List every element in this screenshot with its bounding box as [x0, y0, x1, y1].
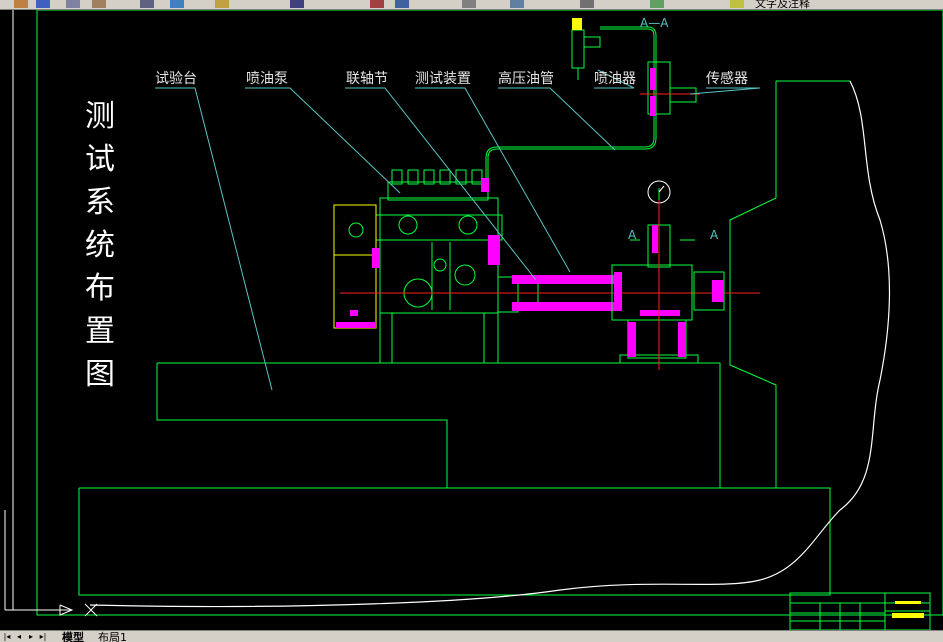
print-icon[interactable]: [66, 0, 80, 8]
prev-tab-icon[interactable]: ◂: [14, 632, 24, 641]
title-char-2: 试: [85, 142, 115, 177]
test-device-magenta: [614, 225, 724, 357]
next-tab-icon[interactable]: ▸: [26, 632, 36, 641]
match-properties-icon[interactable]: [290, 0, 304, 8]
last-tab-icon[interactable]: ▸|: [38, 632, 48, 641]
first-tab-icon[interactable]: |◂: [2, 632, 12, 641]
title-char-1: 测: [85, 99, 115, 134]
text-style-icon[interactable]: [462, 0, 476, 8]
section-title: A—A: [640, 16, 669, 30]
title-char-5: 布: [85, 271, 115, 306]
zoom-realtime-icon[interactable]: [370, 0, 384, 8]
layout-tab-bar: |◂ ◂ ▸ ▸| 模型 布局1: [0, 630, 943, 642]
pan-icon[interactable]: [170, 0, 184, 8]
title-char-6: 置: [85, 314, 115, 349]
zoom-icon[interactable]: [215, 0, 229, 8]
gauge-needle: [658, 185, 665, 193]
injector-top: [572, 18, 582, 30]
tab-model[interactable]: 模型: [62, 631, 84, 642]
injection-pump: [375, 169, 503, 363]
toolbar: 文字及注释: [0, 0, 943, 10]
dim-style-icon[interactable]: [510, 0, 524, 8]
save-icon[interactable]: [36, 0, 50, 8]
drive-shaft: [340, 275, 760, 311]
layer-manager-icon[interactable]: [650, 0, 664, 8]
test-bench: [78, 362, 831, 596]
callout-hp-oil-pipe: 高压油管: [498, 71, 554, 87]
text-style-label[interactable]: 文字及注释: [755, 0, 810, 9]
drawing-svg: [4, 10, 943, 630]
callout-coupling: 联轴节: [346, 71, 388, 87]
title-block: [789, 592, 931, 630]
drawing-title: 测 试 系 统 布 置 图: [82, 95, 118, 396]
paste-icon[interactable]: [92, 0, 106, 8]
style-icon[interactable]: [730, 0, 744, 8]
callout-sensor: 传感器: [706, 71, 748, 87]
side-wall: [729, 80, 850, 488]
callout-injector: 喷油器: [594, 71, 636, 87]
zoom-window-icon[interactable]: [395, 0, 409, 8]
break-line: [89, 80, 891, 608]
section-mark-right: A: [710, 228, 719, 242]
callout-injection-pump: 喷油泵: [246, 71, 288, 87]
table-icon[interactable]: [580, 0, 594, 8]
title-char-4: 统: [85, 228, 115, 263]
callout-test-bench: 试验台: [155, 71, 197, 87]
title-char-3: 系: [85, 185, 115, 220]
ucs-icon: [4, 510, 98, 617]
undo-icon[interactable]: [14, 0, 28, 8]
governor: [333, 204, 377, 329]
section-mark-left: A: [628, 228, 637, 242]
drawing-canvas[interactable]: [0, 10, 943, 630]
title-block-name-mark: [895, 601, 921, 604]
callout-test-device: 测试装置: [415, 71, 471, 87]
hp-oil-pipe: [485, 26, 657, 178]
title-char-7: 图: [85, 357, 115, 392]
title-block-drawing-name-mark: [892, 613, 924, 618]
tab-layout1[interactable]: 布局1: [98, 631, 127, 642]
leader-lines: [155, 69, 761, 391]
layer-icon[interactable]: [140, 0, 154, 8]
